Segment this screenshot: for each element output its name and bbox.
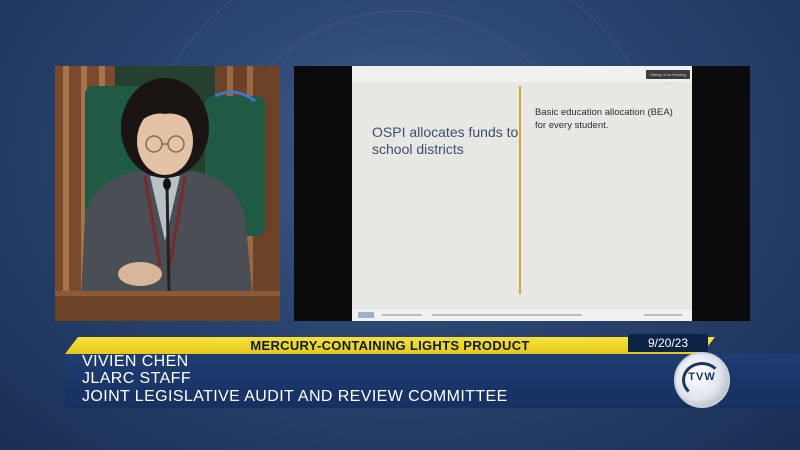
slide-footer [352,308,692,321]
footer-text-placeholder [644,314,682,316]
slide-title: OSPI allocates funds to school districts [372,124,519,157]
topic-text: MERCURY-CONTAINING LIGHTS PRODUCT [250,338,530,353]
footer-text-placeholder [382,314,422,316]
slide-top-bar: Hiding Ursa Viewing Tools [352,66,692,86]
speaker-video-image [55,66,280,321]
viewer-toolbar[interactable]: Hiding Ursa Viewing Tools [646,70,690,86]
slide-body-text: Basic education allocation (BEA) for eve… [535,107,673,131]
presentation-slide: Hiding Ursa Viewing Tools OSPI allocates… [352,66,692,321]
logo-text: TVW [688,371,716,383]
slide-divider [519,86,521,294]
footer-text-placeholder [432,314,582,316]
date-tab: 9/20/23 [628,334,708,352]
lower-third-topic-bar: MERCURY-CONTAINING LIGHTS PRODUCT [65,337,715,354]
speaker-organization: JOINT LEGISLATIVE AUDIT AND REVIEW COMMI… [82,388,508,405]
footer-logo-icon [358,312,374,318]
speaker-role: JLARC STAFF [82,370,192,387]
tvw-logo-icon: TVW [674,352,730,408]
speaker-video-feed [55,66,280,321]
speaker-name: VIVIEN CHEN [82,353,189,370]
presentation-panel: Hiding Ursa Viewing Tools OSPI allocates… [294,66,750,321]
